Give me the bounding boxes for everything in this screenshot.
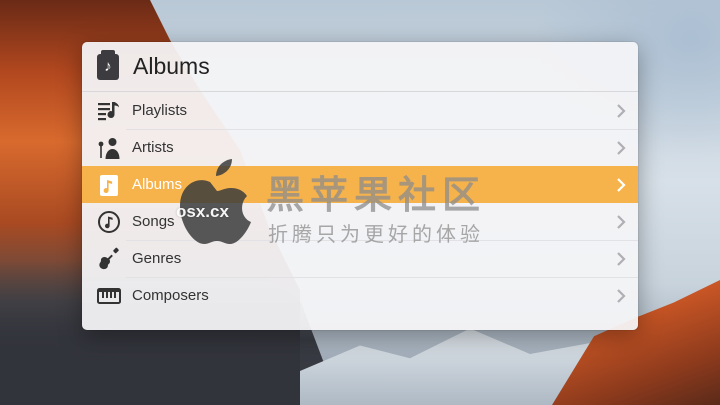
menu-item-composers[interactable]: Composers bbox=[82, 277, 638, 314]
song-note-circle-icon bbox=[96, 209, 122, 235]
chevron-right-icon bbox=[617, 214, 626, 229]
piano-keyboard-icon bbox=[96, 283, 122, 309]
artist-microphone-icon bbox=[96, 135, 122, 161]
menu-item-playlists[interactable]: Playlists bbox=[82, 92, 638, 129]
menu-item-label: Genres bbox=[132, 250, 182, 267]
menu-header: ♪ Albums bbox=[82, 42, 638, 92]
page-title: Albums bbox=[133, 53, 210, 79]
menu-item-songs[interactable]: Songs bbox=[82, 203, 638, 240]
menu-item-label: Albums bbox=[132, 176, 183, 193]
chevron-right-icon bbox=[617, 251, 626, 266]
menu-item-albums[interactable]: Albums bbox=[82, 166, 638, 203]
chevron-right-icon bbox=[617, 177, 626, 192]
menu-item-artists[interactable]: Artists bbox=[82, 129, 638, 166]
chevron-right-icon bbox=[617, 288, 626, 303]
album-music-note-icon bbox=[96, 172, 122, 198]
music-menu-window: ♪ Albums Playlists Artists Albums Songs … bbox=[82, 42, 638, 330]
chevron-right-icon bbox=[617, 103, 626, 118]
music-note-card-icon: ♪ bbox=[97, 49, 119, 80]
menu-list: Playlists Artists Albums Songs Genres Co… bbox=[82, 92, 638, 314]
menu-item-label: Songs bbox=[132, 213, 175, 230]
playlist-icon bbox=[96, 98, 122, 124]
menu-item-label: Composers bbox=[132, 287, 209, 304]
chevron-right-icon bbox=[617, 140, 626, 155]
menu-item-genres[interactable]: Genres bbox=[82, 240, 638, 277]
guitar-icon bbox=[96, 246, 122, 272]
menu-item-label: Playlists bbox=[132, 102, 188, 119]
menu-item-label: Artists bbox=[132, 139, 174, 156]
